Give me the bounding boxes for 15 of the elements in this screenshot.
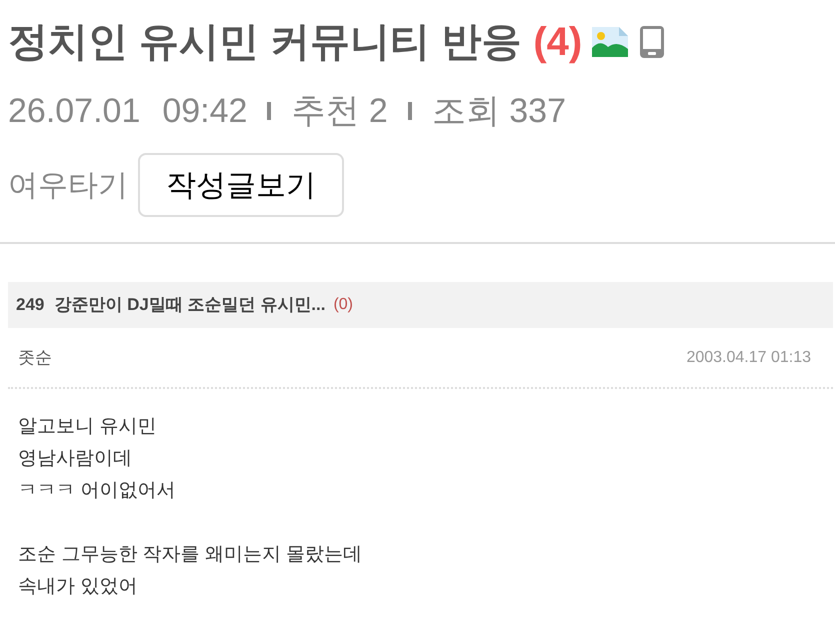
comment-count: (0)	[333, 295, 354, 315]
comment-count: (4)	[533, 22, 582, 62]
post-body-paragraph: 알고보니 유시민 영남사람이데 ㅋㅋㅋ 어이없어서	[18, 415, 176, 503]
view-posts-button[interactable]: 작성글보기	[138, 153, 344, 217]
post-date: 26.07.01	[8, 90, 140, 132]
quoted-author-name: 좃순	[18, 346, 52, 369]
quoted-post-date: 2003.04.17 01:13	[686, 348, 811, 368]
post-body-paragraph: 조순 그무능한 작자를 왜미는지 몰랐는데 속내가 있었어	[18, 543, 362, 599]
post-number: 249	[16, 294, 44, 316]
author-name: 여우타기	[8, 168, 128, 204]
post-time: 09:42	[162, 90, 248, 132]
quoted-post-title[interactable]: 강준만이 DJ밀때 조순밀던 유시민...	[54, 292, 326, 318]
view-count: 조회 337	[432, 90, 566, 132]
post-title: 정치인 유시민 커뮤니티 반응	[8, 22, 522, 62]
recommend-count: 추천 2	[291, 90, 388, 132]
